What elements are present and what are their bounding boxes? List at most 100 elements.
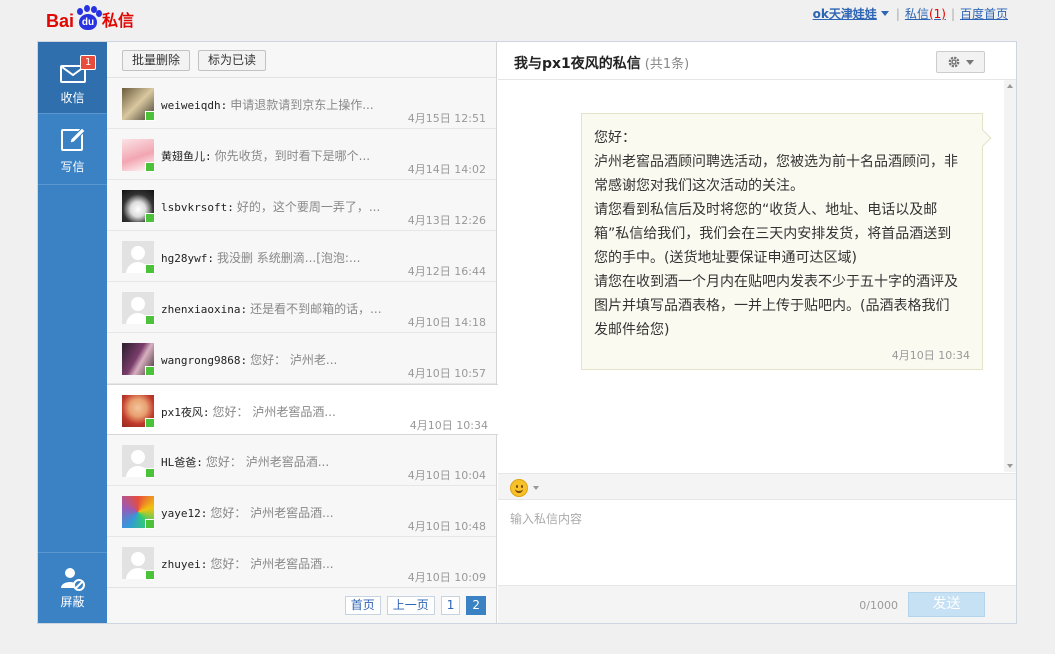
message-line: 请您在收到酒一个月内在贴吧内发表不少于五十字的酒评及 [594,274,958,290]
message-preview: 您好： 泸州老窖品酒... [212,405,336,419]
message-preview: 您好： 泸州老窖品酒... [205,455,330,469]
conversation-item[interactable]: 黄翅鱼儿: 你先收货，到时看下是哪个... 4月14日 14:02 [107,129,496,180]
conversation-item[interactable]: zhuyei: 您好： 泸州老窖品酒... 4月10日 10:09 [107,537,496,588]
page-1-button[interactable]: 1 [440,596,461,615]
conversation-list: weiweiqdh: 申请退款请到京东上操作... 4月15日 12:51 黄翅鱼… [107,78,498,588]
unread-badge: 1 [80,55,97,70]
message-line: 您好： [594,130,636,146]
pagination: 首页 上一页 1 2 [107,587,496,623]
conversation-item[interactable]: lsbvkrsoft: 好的，这个要周一弄了，... 4月13日 12:26 [107,180,496,231]
online-status-icon [145,213,155,223]
sixin-link[interactable]: 私信(1) [905,5,946,22]
page-2-button[interactable]: 2 [466,596,486,615]
nav-inbox[interactable]: 1 收信 [38,42,107,113]
send-bar: 0/1000 发送 [498,585,1016,623]
message-preview: 您好： 泸州老窖品酒... [210,506,334,520]
chevron-down-icon [966,59,974,65]
conversation-item[interactable]: yaye12: 您好： 泸州老窖品酒... 4月10日 10:48 [107,486,496,537]
online-status-icon [145,519,155,529]
chat-title: 我与px1夜风的私信 [514,56,641,72]
conversation-item[interactable]: hg28ywf: 我没删 系统删滴...[泡泡:... 4月12日 16:44 [107,231,496,282]
sixin-label: 私信 [904,7,929,21]
logo-du: du [79,14,98,30]
mark-read-button[interactable]: 标为已读 [198,50,267,71]
nav-compose-label: 写信 [60,160,85,174]
chevron-down-icon[interactable] [533,486,539,490]
logo-text: Bai [46,11,75,31]
message-preview: 申请退款请到京东上操作... [230,98,374,112]
message-line: 常感谢您对我们这次活动的关注。 [594,178,804,194]
conversation-summary: zhuyei: 您好： 泸州老窖品酒... [161,555,334,572]
conversation-summary: zhenxiaoxina: 还是看不到邮箱的话，... [161,300,382,317]
conversation-time: 4月15日 12:51 [407,112,486,125]
sender-name: HL爸爸: [161,456,203,469]
message-bubble: 您好： 泸州老窖品酒顾问聘选活动，您被选为前十名品酒顾问，非 常感谢您对我们这次… [581,113,992,370]
message-preview: 好的，这个要周一弄了，... [236,200,381,214]
message-line: 泸州老窖品酒顾问聘选活动，您被选为前十名品酒顾问，非 [594,154,958,170]
conversation-time: 4月10日 10:09 [407,571,486,584]
online-status-icon [145,111,155,121]
message-preview: 还是看不到邮箱的话，... [250,302,382,316]
left-nav: 1 收信 写信 屏蔽 [38,42,107,623]
nav-compose[interactable]: 写信 [38,114,107,185]
sender-name: 黄翅鱼儿: [161,150,212,163]
online-status-icon [145,570,155,580]
sender-name: zhenxiaoxina: [161,303,248,316]
message-line: 图片并填写品酒表格，一并上传于贴吧内。(品酒表格我们 [594,298,950,314]
prev-page-button[interactable]: 上一页 [386,596,435,615]
conversation-item-selected[interactable]: px1夜风: 您好： 泸州老窖品酒... 4月10日 10:34 [107,384,498,435]
conversation-time: 4月10日 10:04 [407,469,486,482]
chat-pane: 我与px1夜风的私信 (共1条) 您好： 泸州老窖品酒顾问聘选活动，您被选为前十名… [498,42,1016,623]
message-line: 箱”私信给我们，我们会在三天内安排发货，将首品酒送到 [594,226,952,242]
sender-name: lsbvkrsoft: [161,201,234,214]
send-button[interactable]: 发送 [908,592,985,617]
conversation-summary: yaye12: 您好： 泸州老窖品酒... [161,504,334,521]
baidu-logo[interactable]: Bai du 私信 [46,5,134,31]
conversation-summary: lsbvkrsoft: 好的，这个要周一弄了，... [161,198,380,215]
top-links: ok天津娃娃 | 私信(1) | 百度首页 [813,5,1008,22]
sender-name: weiweiqdh: [161,99,228,112]
logo-title: 私信 [102,11,135,30]
list-toolbar: 批量删除 标为已读 [107,42,496,78]
scroll-up-icon[interactable] [1007,84,1013,88]
sender-name: px1夜风: [161,406,210,419]
conversation-summary: weiweiqdh: 申请退款请到京东上操作... [161,96,374,113]
message-input[interactable]: 输入私信内容 [498,500,1016,586]
message-line: 您的手中。(送货地址要保证申通可达区域) [594,250,857,266]
conversation-item[interactable]: weiweiqdh: 申请退款请到京东上操作... 4月15日 12:51 [107,78,496,129]
first-page-button[interactable]: 首页 [344,596,381,615]
message-line: 发邮件给您) [594,322,670,338]
conversation-item[interactable]: zhenxiaoxina: 还是看不到邮箱的话，... 4月10日 14:18 [107,282,496,333]
conversation-item[interactable]: HL爸爸: 您好： 泸州老窖品酒... 4月10日 10:04 [107,435,496,486]
conversation-item[interactable]: wangrong9868: 您好： 泸州老... 4月10日 10:57 [107,333,496,384]
nav-inbox-label: 收信 [60,91,85,105]
online-status-icon [145,366,155,376]
message-area: 您好： 泸州老窖品酒顾问聘选活动，您被选为前十名品酒顾问，非 常感谢您对我们这次… [498,80,1016,472]
online-status-icon [145,315,155,325]
chevron-down-icon[interactable] [880,11,889,16]
settings-menu-button[interactable] [936,51,985,73]
message-preview: 您好： 泸州老... [250,353,338,367]
message-line: 请您看到私信后及时将您的“收货人、地址、电话以及邮 [594,202,938,218]
conversation-time: 4月10日 10:57 [407,367,486,380]
baidu-home-link[interactable]: 百度首页 [960,5,1008,22]
message-preview: 你先收货，到时看下是哪个... [214,149,371,163]
paw-icon: du [75,5,103,31]
chat-header: 我与px1夜风的私信 (共1条) [498,42,1016,80]
user-menu-link[interactable]: ok天津娃娃 [813,5,877,22]
message-preview: 我没删 系统删滴...[泡泡:... [216,251,361,265]
nav-block[interactable]: 屏蔽 [38,553,107,624]
sender-name: yaye12: [161,507,208,520]
online-status-icon [145,162,155,172]
nav-block-label: 屏蔽 [60,595,85,609]
online-status-icon [145,264,155,274]
separator: | [950,6,955,21]
conversation-summary: hg28ywf: 我没删 系统删滴...[泡泡:... [161,249,360,266]
conversation-time: 4月13日 12:26 [407,214,486,227]
emoji-icon[interactable] [510,479,528,497]
sender-name: hg28ywf: [161,252,214,265]
scrollbar[interactable] [1004,80,1016,472]
scroll-down-icon[interactable] [1007,464,1013,468]
batch-delete-button[interactable]: 批量删除 [122,50,191,71]
message-preview: 您好： 泸州老窖品酒... [210,557,334,571]
